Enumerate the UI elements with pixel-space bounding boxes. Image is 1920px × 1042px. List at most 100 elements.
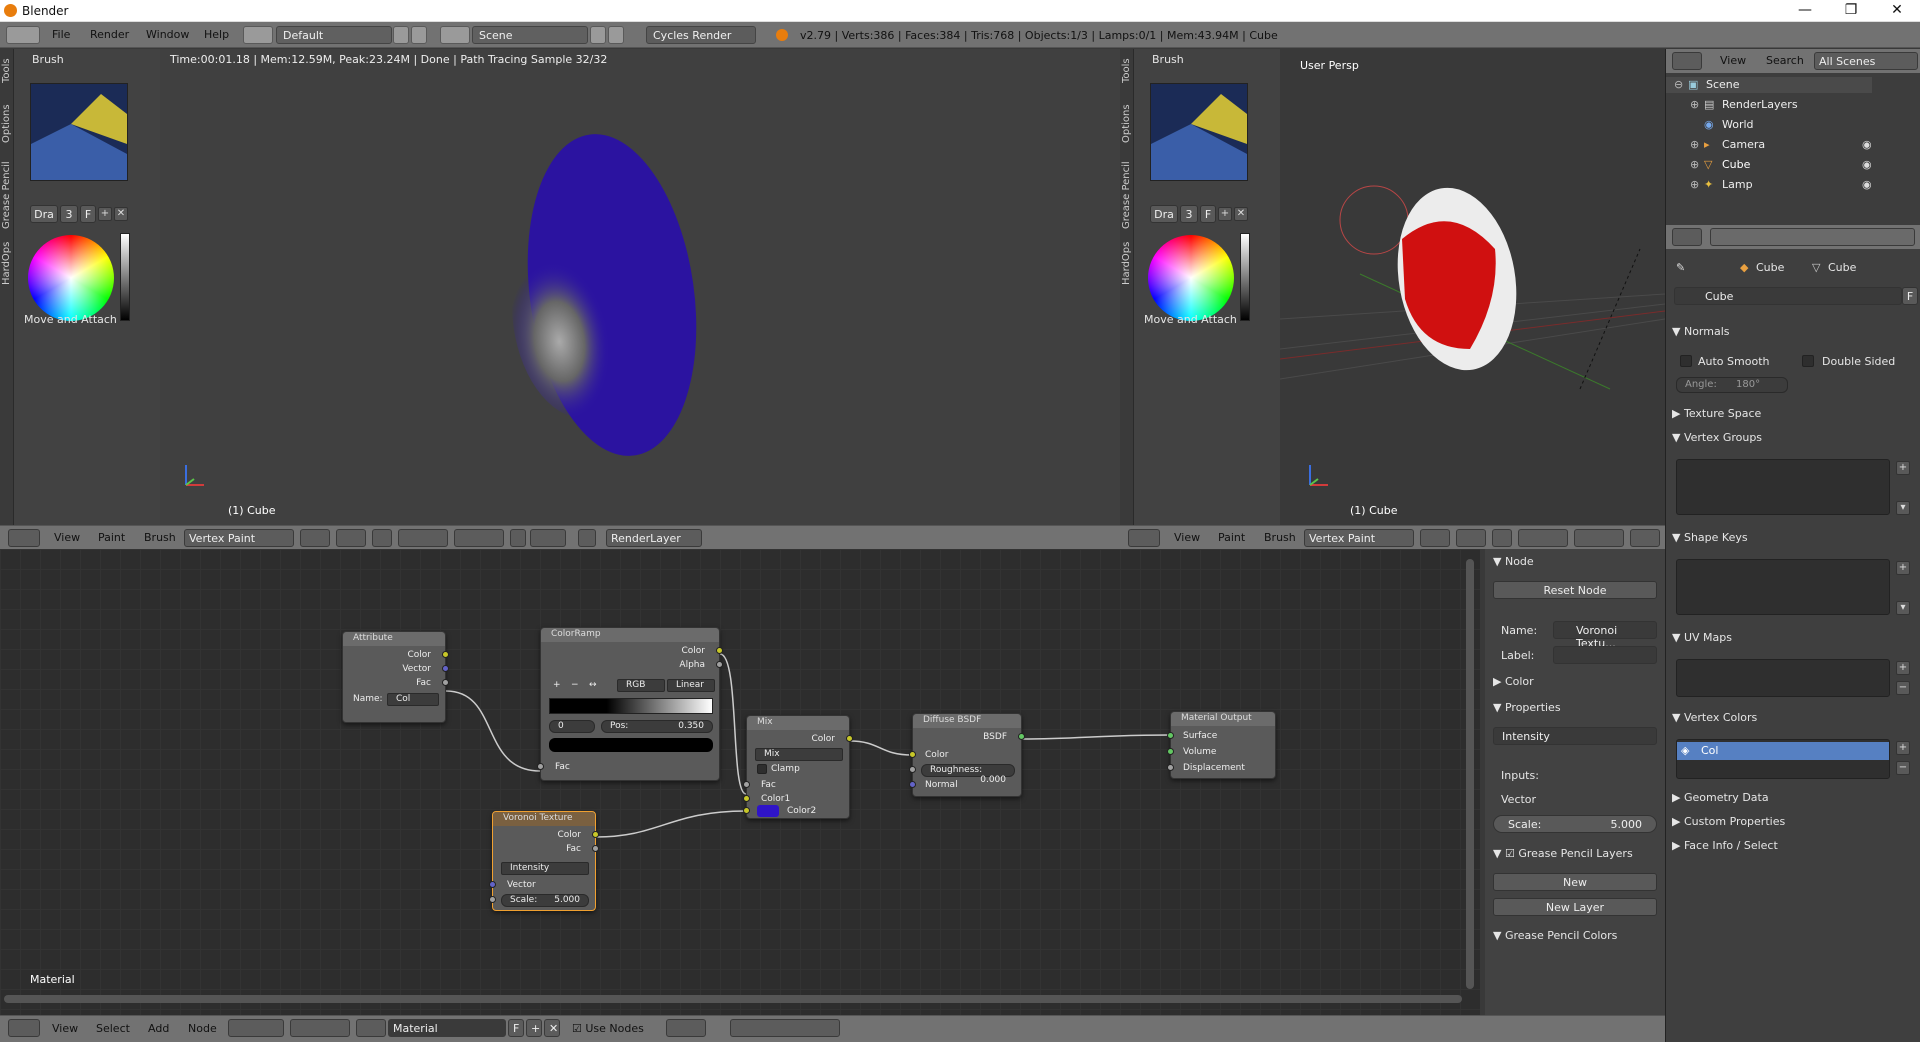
brush-panel-header[interactable]: Brush [32,53,64,66]
node-title[interactable]: Mix [747,716,849,730]
node-title[interactable]: ColorRamp [541,628,719,642]
shape-key-menu-icon[interactable]: ▾ [1896,601,1910,615]
scale-field[interactable]: Scale: 5.000 [1493,815,1657,833]
brush-add-icon-right[interactable]: + [1218,207,1232,221]
node-mix[interactable]: Mix Color Mix Clamp Fac Color1 Color2 [743,715,853,819]
horizontal-scrollbar[interactable] [4,995,1462,1003]
socket-scale-in[interactable] [489,896,496,903]
gp-layers-header[interactable]: ▼ ☑ Grease Pencil Layers [1493,847,1633,860]
view-tool-icons[interactable] [730,1019,840,1037]
add-layout-icon[interactable] [393,26,409,44]
socket-color2-in[interactable] [743,807,750,814]
node-label-field[interactable] [1553,646,1657,664]
menu-file[interactable]: File [52,28,70,41]
socket-color[interactable] [716,647,723,654]
gp-colors-header[interactable]: ▼ Grease Pencil Colors [1493,929,1617,942]
tab-options-right[interactable]: Options [1121,99,1133,149]
socket-roughness-in[interactable] [909,766,916,773]
breadcrumb-mesh[interactable]: Cube [1828,261,1856,274]
mask-toggle-right[interactable] [1492,529,1512,547]
socket-fac[interactable] [442,679,449,686]
pivot-select-left[interactable] [336,529,366,547]
shader-type-icons[interactable] [228,1019,284,1037]
layers2-right[interactable] [1574,529,1624,547]
brush-name-field-right[interactable]: Dra [1150,205,1178,223]
editor-type-properties-icon[interactable] [1672,228,1702,246]
layers-left[interactable] [398,529,448,547]
outliner-row-renderlayers[interactable]: ⊕ ▤ RenderLayers [1666,97,1872,113]
material-remove-icon[interactable]: ✕ [544,1019,560,1037]
render-preview-icons[interactable] [530,529,566,547]
node-title[interactable]: Attribute [343,632,445,646]
socket-fac-in[interactable] [743,781,750,788]
angle-field[interactable]: Angle: 180° [1676,377,1788,393]
ramp-remove-icon[interactable]: − [571,680,579,690]
normals-panel-header[interactable]: ▼ Normals [1672,325,1730,338]
coloring-select[interactable]: Intensity [1493,727,1657,745]
minimize-button[interactable]: — [1782,0,1828,22]
menu-help[interactable]: Help [204,28,229,41]
mesh-fake-user[interactable]: F [1902,287,1918,305]
mix-blend-select[interactable]: Mix [755,748,843,761]
socket-bsdf[interactable] [1018,733,1025,740]
lock-icons-right[interactable] [1630,529,1660,547]
remove-layout-icon[interactable] [411,26,427,44]
double-sided-checkbox[interactable] [1802,355,1814,367]
color-wheel[interactable] [28,235,114,321]
brush-preview[interactable] [30,83,128,181]
material-fake-user[interactable]: F [508,1019,524,1037]
editor-type-3dview-right-icon[interactable] [1128,529,1160,547]
brush-preview-right[interactable] [1150,83,1248,181]
vertex-color-add-icon[interactable]: + [1896,741,1910,755]
layout-icon[interactable] [243,26,273,44]
viewport-right[interactable]: User Persp (1) Cube [1280,49,1665,525]
socket-alpha[interactable] [716,661,723,668]
node-menu-view[interactable]: View [52,1022,78,1035]
editor-type-outliner-icon[interactable] [1672,52,1702,70]
menu-brush-right[interactable]: Brush [1264,531,1296,544]
mode-select-left[interactable]: Vertex Paint [184,529,294,547]
ramp-flip-icon[interactable]: ↔ [589,680,597,690]
ramp-index-field[interactable]: 0 [549,720,595,733]
lock-layers-icon[interactable] [510,529,526,547]
node-menu-add[interactable]: Add [148,1022,169,1035]
node-title[interactable]: Voronoi Texture [493,812,595,826]
uv-maps-header[interactable]: ▼ UV Maps [1672,631,1732,644]
material-browse-icon[interactable] [356,1019,386,1037]
node-editor[interactable]: Attribute Color Vector Fac Name: Col Col… [0,549,1480,1015]
layers2-left[interactable] [454,529,504,547]
layout-field[interactable]: Default [276,26,392,44]
color-ramp-bar[interactable] [549,698,713,714]
vertex-group-add-icon[interactable]: + [1896,461,1910,475]
menu-brush-left[interactable]: Brush [144,531,176,544]
outliner-row-scene[interactable]: ⊖ ▣ Scene [1666,77,1872,93]
editor-type-3dview-icon[interactable] [8,529,40,547]
menu-render[interactable]: Render [90,28,129,41]
editor-type-node-icon[interactable] [8,1019,40,1037]
tab-tools-right[interactable]: Tools [1121,53,1133,89]
properties-tabs[interactable] [1710,228,1915,246]
ramp-pos-field[interactable]: Pos: 0.350 [601,720,713,733]
menu-paint-right[interactable]: Paint [1218,531,1245,544]
auto-smooth-checkbox[interactable] [1680,355,1692,367]
uv-map-remove-icon[interactable]: − [1896,681,1910,695]
render-engine-select[interactable]: Cycles Render [646,26,756,44]
node-name-field[interactable]: Voronoi Textu... [1553,621,1657,650]
tab-hardops[interactable]: HardOps [1,237,13,289]
menu-window[interactable]: Window [146,28,189,41]
outliner-view-menu[interactable]: View [1720,54,1746,67]
ramp-interp-select[interactable]: Linear [667,679,715,692]
layers-right[interactable] [1518,529,1568,547]
socket-color[interactable] [592,831,599,838]
vertex-colors-list[interactable]: ◈ Col [1676,739,1890,779]
ramp-add-icon[interactable]: + [553,680,561,690]
menu-paint-left[interactable]: Paint [98,531,125,544]
brush-name-field[interactable]: Dra [30,205,58,223]
roughness-field[interactable]: Roughness: 0.000 [921,764,1015,785]
voronoi-coloring-select[interactable]: Intensity [501,862,589,875]
ramp-mode-select[interactable]: RGB [617,679,665,692]
node-diffuse[interactable]: Diffuse BSDF BSDF Color Roughness: 0.000… [909,713,1025,797]
shading-select-right[interactable] [1420,529,1450,547]
breadcrumb-object[interactable]: Cube [1756,261,1784,274]
socket-color1-in[interactable] [743,795,750,802]
